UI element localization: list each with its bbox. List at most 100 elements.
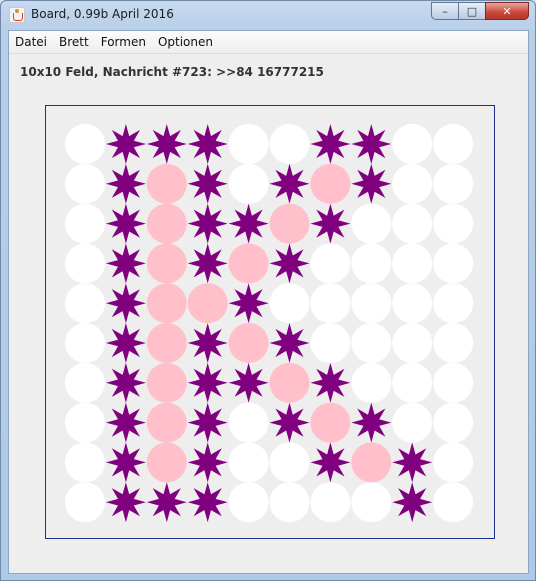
white-circle-piece[interactable] [269,482,310,523]
star-piece[interactable] [392,482,433,523]
star-piece[interactable] [351,124,392,164]
pink-circle-piece[interactable] [351,442,392,483]
white-circle-piece[interactable] [351,482,392,523]
white-circle-piece[interactable] [310,482,351,523]
white-circle-piece[interactable] [65,482,105,523]
white-circle-piece[interactable] [269,442,310,483]
white-circle-piece[interactable] [433,323,474,363]
white-circle-piece[interactable] [310,283,351,324]
white-circle-piece[interactable] [269,124,310,164]
white-circle-piece[interactable] [433,124,474,164]
star-piece[interactable] [228,362,269,403]
star-piece[interactable] [146,482,187,523]
white-circle-piece[interactable] [392,163,433,204]
star-piece[interactable] [228,203,269,244]
menu-datei[interactable]: Datei [9,31,53,53]
pink-circle-piece[interactable] [146,283,187,324]
star-piece[interactable] [187,442,228,483]
pink-circle-piece[interactable] [146,442,187,483]
white-circle-piece[interactable] [65,442,105,483]
star-piece[interactable] [105,323,146,363]
star-piece[interactable] [351,402,392,443]
white-circle-piece[interactable] [65,362,105,403]
white-circle-piece[interactable] [310,243,351,284]
white-circle-piece[interactable] [228,482,269,523]
white-circle-piece[interactable] [392,323,433,363]
star-piece[interactable] [392,442,433,483]
pink-circle-piece[interactable] [310,163,351,204]
star-piece[interactable] [105,203,146,244]
white-circle-piece[interactable] [433,283,474,324]
star-piece[interactable] [310,442,351,483]
star-piece[interactable] [310,203,351,244]
pink-circle-piece[interactable] [228,243,269,284]
white-circle-piece[interactable] [433,163,474,204]
star-piece[interactable] [187,482,228,523]
white-circle-piece[interactable] [228,402,269,443]
white-circle-piece[interactable] [392,124,433,164]
star-piece[interactable] [105,124,146,164]
white-circle-piece[interactable] [351,203,392,244]
white-circle-piece[interactable] [392,283,433,324]
star-piece[interactable] [269,243,310,284]
star-piece[interactable] [187,243,228,284]
white-circle-piece[interactable] [433,402,474,443]
pink-circle-piece[interactable] [187,283,228,324]
star-piece[interactable] [187,163,228,204]
star-piece[interactable] [269,402,310,443]
white-circle-piece[interactable] [351,243,392,284]
star-piece[interactable] [351,163,392,204]
white-circle-piece[interactable] [228,124,269,164]
pink-circle-piece[interactable] [146,402,187,443]
menu-optionen[interactable]: Optionen [152,31,219,53]
white-circle-piece[interactable] [433,203,474,244]
white-circle-piece[interactable] [65,323,105,363]
star-piece[interactable] [228,283,269,324]
white-circle-piece[interactable] [65,124,105,164]
white-circle-piece[interactable] [310,323,351,363]
white-circle-piece[interactable] [65,163,105,204]
star-piece[interactable] [105,163,146,204]
white-circle-piece[interactable] [433,482,474,523]
minimize-button[interactable]: – [431,2,459,20]
title-bar[interactable]: Board, 0.99b April 2016 – □ ✕ [1,1,535,29]
white-circle-piece[interactable] [65,203,105,244]
white-circle-piece[interactable] [433,243,474,284]
pink-circle-piece[interactable] [146,243,187,284]
maximize-button[interactable]: □ [458,2,486,20]
star-piece[interactable] [105,283,146,324]
white-circle-piece[interactable] [228,163,269,204]
white-circle-piece[interactable] [392,243,433,284]
white-circle-piece[interactable] [433,362,474,403]
white-circle-piece[interactable] [351,362,392,403]
star-piece[interactable] [310,362,351,403]
star-piece[interactable] [187,402,228,443]
white-circle-piece[interactable] [392,203,433,244]
pink-circle-piece[interactable] [146,203,187,244]
star-piece[interactable] [187,362,228,403]
star-piece[interactable] [187,203,228,244]
menu-brett[interactable]: Brett [53,31,95,53]
star-piece[interactable] [146,124,187,164]
star-piece[interactable] [269,163,310,204]
java-app-icon[interactable] [9,7,25,23]
star-piece[interactable] [105,402,146,443]
star-piece[interactable] [187,124,228,164]
star-piece[interactable] [187,323,228,363]
close-button[interactable]: ✕ [485,2,529,20]
white-circle-piece[interactable] [351,323,392,363]
pink-circle-piece[interactable] [146,163,187,204]
white-circle-piece[interactable] [433,442,474,483]
white-circle-piece[interactable] [228,442,269,483]
white-circle-piece[interactable] [65,402,105,443]
pink-circle-piece[interactable] [310,402,351,443]
star-piece[interactable] [310,124,351,164]
white-circle-piece[interactable] [269,283,310,324]
game-board[interactable] [46,106,496,540]
pink-circle-piece[interactable] [146,323,187,363]
star-piece[interactable] [105,243,146,284]
star-piece[interactable] [105,362,146,403]
white-circle-piece[interactable] [392,402,433,443]
star-piece[interactable] [105,442,146,483]
star-piece[interactable] [269,323,310,363]
